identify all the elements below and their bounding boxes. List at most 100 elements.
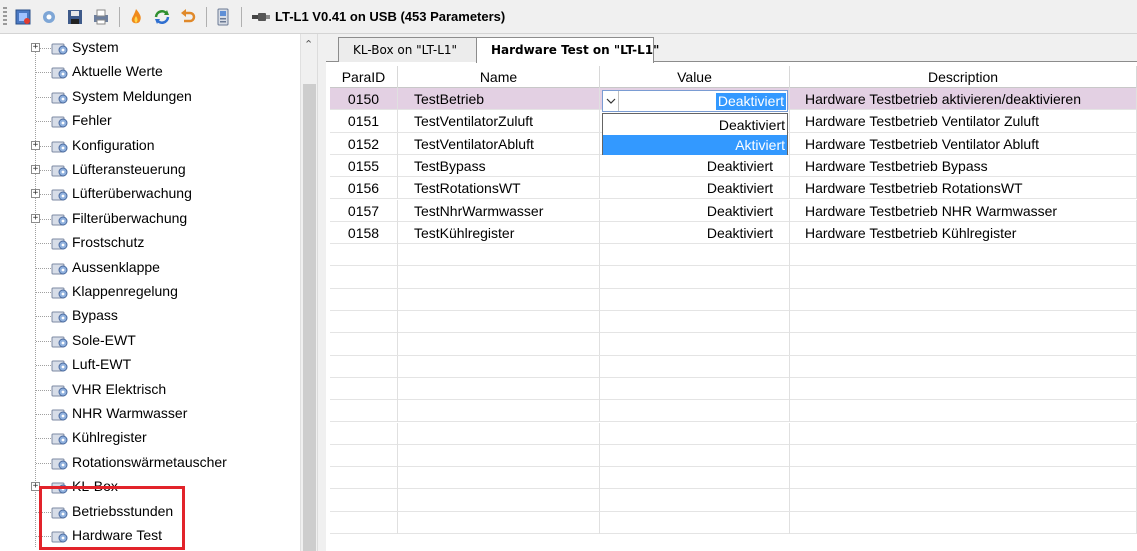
empty-cell [330, 511, 398, 534]
tree-item-konfiguration[interactable]: + Konfiguration [0, 134, 300, 158]
empty-cell [330, 355, 398, 378]
tree-item-betriebsstunden[interactable]: Betriebsstunden [0, 500, 300, 524]
refresh-button[interactable] [152, 7, 172, 27]
cell-value[interactable]: Deaktiviert [600, 221, 790, 244]
tree-item-fehler[interactable]: Fehler [0, 109, 300, 133]
tree-item-luft-ewt[interactable]: Luft-EWT [0, 353, 300, 377]
tree-item-aussenklappe[interactable]: Aussenklappe [0, 256, 300, 280]
table-row[interactable]: 0156 TestRotationsWT Deaktiviert Hardware T… [330, 177, 1137, 200]
undo-button[interactable] [178, 7, 198, 27]
empty-cell [600, 244, 790, 267]
expand-toggle-icon[interactable]: + [31, 189, 40, 199]
tree-item-nhr-warmwasser[interactable]: NHR Warmwasser [0, 402, 300, 426]
empty-cell [790, 266, 1137, 289]
value-combobox[interactable]: Deaktiviert [602, 90, 788, 112]
save-button[interactable] [65, 7, 85, 27]
tree-item-rotationswarmetauscher[interactable]: Rotationswärmetauscher [0, 451, 300, 475]
cell-paraid: 0150 [330, 88, 398, 110]
print-button[interactable] [91, 7, 111, 27]
tree-item-klappenregelung[interactable]: Klappenregelung [0, 280, 300, 304]
tree-item-label: Aktuelle Werte [72, 63, 163, 80]
tree-item-label: KL-Box [72, 478, 118, 495]
table-row[interactable]: 0157 TestNhrWarmwasser Deaktiviert Hardware… [330, 199, 1137, 222]
expand-toggle-icon[interactable]: + [31, 43, 40, 52]
empty-table-row [330, 244, 1137, 267]
tree-item-bypass[interactable]: Bypass [0, 304, 300, 328]
folder-gear-icon [51, 433, 68, 445]
combo-dropdown-button[interactable] [603, 91, 619, 111]
empty-cell [600, 311, 790, 333]
folder-gear-icon [51, 214, 68, 226]
cell-name: TestRotationsWT [398, 177, 600, 200]
empty-cell [790, 355, 1137, 378]
tree-item-kl-box[interactable]: + KL-Box [0, 475, 300, 499]
tree-item-kuhlregister[interactable]: Kühlregister [0, 426, 300, 450]
cell-paraid: 0156 [330, 177, 398, 200]
empty-cell [398, 244, 600, 267]
refresh-icon [154, 9, 170, 24]
tree-item-label: Sole-EWT [72, 331, 136, 348]
connect-button[interactable] [13, 7, 33, 27]
tree-item-system-meldungen[interactable]: System Meldungen [0, 85, 300, 109]
tree-connector-line [36, 536, 52, 537]
empty-cell [330, 266, 398, 289]
empty-cell [790, 467, 1137, 490]
tree-item-sole-ewt[interactable]: Sole-EWT [0, 329, 300, 353]
empty-table-row [330, 311, 1137, 334]
tree-item-frostschutz[interactable]: Frostschutz [0, 231, 300, 255]
cell-paraid: 0157 [330, 199, 398, 222]
settings-button[interactable] [39, 7, 59, 27]
expand-toggle-icon[interactable]: + [31, 213, 40, 223]
tree-item-aktuelle-werte[interactable]: Aktuelle Werte [0, 60, 300, 84]
tree-item-label: Filterüberwachung [72, 209, 188, 226]
empty-table-row [330, 400, 1137, 423]
pane-splitter[interactable] [317, 34, 326, 551]
folder-gear-icon [51, 263, 68, 275]
value-dropdown-list: Deaktiviert Aktiviert [602, 113, 788, 155]
cell-value[interactable]: Deaktiviert [600, 177, 790, 200]
scroll-up-arrow-icon[interactable]: ⌃ [304, 38, 313, 51]
tree-item-label: Kühlregister [72, 429, 147, 446]
tree-item-vhr-elektrisch[interactable]: VHR Elektrisch [0, 378, 300, 402]
folder-gear-icon [51, 507, 68, 519]
expand-toggle-icon[interactable]: + [31, 140, 40, 150]
cell-description: Hardware Testbetrieb Kühlregister [790, 221, 1137, 244]
table-row[interactable]: 0158 TestKühlregister Deaktiviert Hardware … [330, 221, 1137, 245]
table-row[interactable]: 0155 TestBypass Deaktiviert Hardware Testbe… [330, 154, 1137, 178]
toolbar-grip[interactable] [3, 6, 7, 27]
empty-table-row [330, 288, 1137, 311]
cell-value[interactable]: Deaktiviert [600, 154, 790, 177]
tree-connector-line [36, 438, 52, 440]
connect-icon [15, 9, 31, 24]
expand-toggle-icon[interactable]: + [31, 165, 40, 174]
cell-name: TestBetrieb [398, 88, 600, 110]
folder-gear-icon [51, 531, 68, 543]
expand-toggle-icon[interactable]: + [31, 482, 40, 492]
tab-hardware-test[interactable]: Hardware Test on "LT-L1" [476, 37, 659, 63]
tree-item-filteruberwachung[interactable]: + Filterüberwachung [0, 207, 300, 231]
dropdown-option-deaktiviert[interactable]: Deaktiviert [603, 115, 787, 135]
tree-item-label: Lüfterüberwachung [72, 185, 192, 202]
column-header-description[interactable]: Description [790, 66, 1137, 88]
cell-value[interactable]: Deaktiviert [600, 199, 790, 222]
empty-cell [790, 333, 1137, 356]
empty-table-row [330, 489, 1137, 512]
dropdown-option-aktiviert[interactable]: Aktiviert [603, 135, 787, 155]
toolbar-separator [206, 6, 207, 27]
column-header-value[interactable]: Value [600, 66, 790, 88]
scrollbar-thumb[interactable] [303, 84, 316, 551]
tree-item-lufteransteuerung[interactable]: + Lüfteransteuerung [0, 158, 300, 182]
empty-cell [790, 311, 1137, 333]
flame-button[interactable] [126, 7, 146, 27]
tree-item-lufteruberwachung[interactable]: + Lüfterüberwachung [0, 182, 300, 206]
empty-cell [790, 444, 1137, 467]
tree-scrollbar[interactable]: ⌃ [300, 34, 317, 551]
tab-kl-box[interactable]: KL-Box on "LT-L1" [338, 37, 478, 62]
tree-item-system[interactable]: + System [0, 36, 300, 60]
chevron-down-icon [606, 98, 615, 104]
tree-item-hardware-test[interactable]: Hardware Test [0, 524, 300, 548]
column-header-name[interactable]: Name [398, 66, 600, 88]
column-header-paraid[interactable]: ParaID [330, 66, 398, 88]
folder-gear-icon [51, 189, 68, 201]
device-button[interactable] [213, 7, 233, 27]
